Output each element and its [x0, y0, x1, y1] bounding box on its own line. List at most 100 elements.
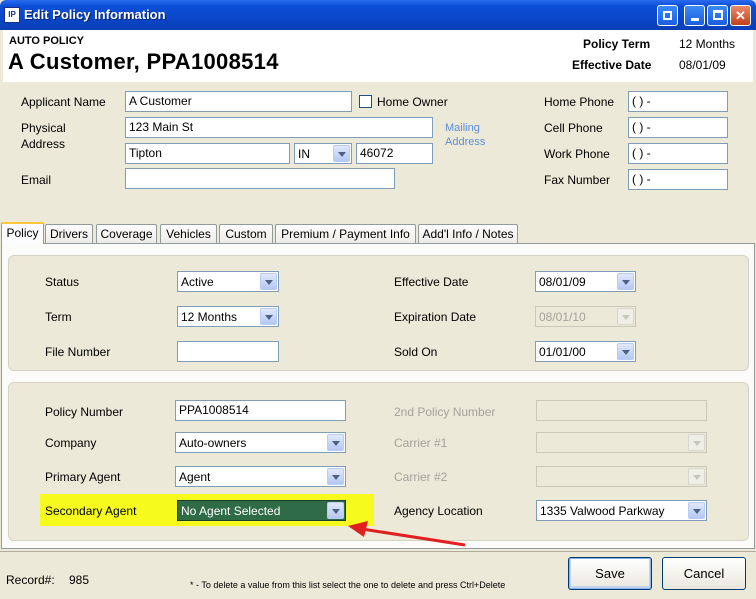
zip-input[interactable]: 46072: [356, 143, 433, 164]
term-select-value: 12 Months: [181, 310, 238, 324]
tab-addl-info-notes[interactable]: Add'l Info / Notes: [418, 224, 518, 244]
chevron-down-icon: [327, 434, 344, 451]
term-label: Term: [45, 310, 72, 324]
footer-bar: Record#: 985 * - To delete a value from …: [0, 549, 756, 599]
file-number-label: File Number: [45, 345, 111, 359]
company-select-value: Auto-owners: [179, 436, 247, 450]
email-input[interactable]: [125, 168, 395, 189]
carrier-1-label: Carrier #1: [394, 436, 448, 450]
restore-window-button[interactable]: [657, 5, 678, 26]
fax-number-input[interactable]: ( ) -: [628, 169, 728, 190]
policy-number-label: Policy Number: [45, 405, 124, 419]
tab-vehicles[interactable]: Vehicles: [160, 224, 217, 244]
sold-on-label: Sold On: [394, 345, 438, 359]
policy-dates-group: [8, 255, 749, 371]
street-address-input[interactable]: 123 Main St: [125, 117, 433, 138]
chevron-down-icon: [688, 502, 705, 519]
cell-phone-input[interactable]: ( ) -: [628, 117, 728, 138]
primary-agent-select[interactable]: Agent: [175, 466, 346, 487]
work-phone-label: Work Phone: [544, 147, 610, 161]
tab-premium-payment-info[interactable]: Premium / Payment Info: [275, 224, 416, 244]
app-logo-icon: IP: [4, 7, 20, 23]
record-number: 985: [69, 573, 90, 587]
policy-term-label: Policy Term: [583, 37, 651, 51]
close-icon: ✕: [735, 8, 746, 23]
tab-custom[interactable]: Custom: [219, 224, 273, 244]
window-title-bar: IP Edit Policy Information ✕: [0, 0, 756, 30]
cancel-button[interactable]: Cancel: [662, 557, 746, 590]
maximize-icon: [712, 10, 723, 20]
chevron-down-icon: [617, 273, 634, 290]
chevron-down-icon: [327, 468, 344, 485]
effective-date-picker[interactable]: 08/01/09: [535, 271, 636, 292]
header-effective-date-value: 08/01/09: [679, 58, 726, 72]
home-phone-label: Home Phone: [544, 95, 615, 109]
minimize-icon: [690, 18, 699, 21]
secondary-agent-label: Secondary Agent: [45, 504, 137, 518]
applicant-name-input[interactable]: A Customer: [125, 91, 352, 112]
carrier-2-label: Carrier #2: [394, 470, 448, 484]
chevron-down-icon: [617, 308, 634, 325]
status-select-value: Active: [181, 275, 214, 289]
fax-number-label: Fax Number: [544, 173, 611, 187]
mailing-address-link-line1: Mailing: [445, 122, 480, 134]
chevron-down-icon: [333, 145, 350, 162]
mailing-address-link[interactable]: Mailing Address: [445, 121, 485, 149]
page-title: A Customer, PPA1008514: [8, 49, 279, 74]
home-phone-input[interactable]: ( ) -: [628, 91, 728, 112]
work-phone-input[interactable]: ( ) -: [628, 143, 728, 164]
status-label: Status: [45, 275, 80, 289]
expiration-date-value: 08/01/10: [539, 310, 586, 324]
maximize-button[interactable]: [707, 5, 728, 26]
cell-phone-label: Cell Phone: [544, 121, 603, 135]
status-select[interactable]: Active: [177, 271, 279, 292]
expiration-date-label: Expiration Date: [394, 310, 477, 324]
city-input[interactable]: Tipton: [125, 143, 290, 164]
state-select-value: IN: [298, 147, 310, 161]
effective-date-value: 08/01/09: [539, 275, 586, 289]
secondary-agent-select[interactable]: No Agent Selected: [177, 500, 346, 521]
email-label: Email: [21, 173, 52, 187]
state-select[interactable]: IN: [294, 143, 352, 164]
applicant-name-label: Applicant Name: [21, 95, 106, 109]
home-owner-label: Home Owner: [377, 95, 448, 109]
carrier-1-select: [536, 432, 707, 453]
sold-on-picker[interactable]: 01/01/00: [535, 341, 636, 362]
policy-number-input[interactable]: PPA1008514: [175, 400, 346, 421]
close-window-button[interactable]: ✕: [730, 5, 751, 26]
agency-location-select[interactable]: 1335 Valwood Parkway: [536, 500, 707, 521]
company-label: Company: [45, 436, 97, 450]
chevron-down-icon: [617, 343, 634, 360]
effective-date-label: Effective Date: [394, 275, 469, 289]
chevron-down-icon: [688, 434, 705, 451]
restore-icon: [663, 11, 672, 20]
mailing-address-link-line2: Address: [445, 136, 486, 148]
record-label: Record#:: [6, 573, 55, 587]
delete-instructions: * - To delete a value from this list sel…: [190, 580, 506, 590]
agency-location-select-value: 1335 Valwood Parkway: [540, 504, 665, 518]
chevron-down-icon: [260, 273, 277, 290]
policy-term-value: 12 Months: [679, 37, 736, 51]
primary-agent-select-value: Agent: [179, 470, 211, 484]
chevron-down-icon: [260, 308, 277, 325]
second-policy-number-input: [536, 400, 707, 421]
chevron-down-icon: [688, 468, 705, 485]
file-number-input[interactable]: [177, 341, 279, 362]
tab-policy[interactable]: Policy: [1, 222, 44, 244]
second-policy-number-label: 2nd Policy Number: [394, 405, 496, 419]
tab-drivers[interactable]: Drivers: [45, 224, 93, 244]
minimize-button[interactable]: [684, 5, 705, 26]
policy-type: AUTO POLICY: [9, 35, 84, 47]
tab-coverage[interactable]: Coverage: [96, 224, 157, 244]
save-button[interactable]: Save: [568, 557, 652, 590]
sold-on-value: 01/01/00: [539, 345, 586, 359]
header-effective-date-label: Effective Date: [572, 58, 652, 72]
company-select[interactable]: Auto-owners: [175, 432, 346, 453]
policy-header: AUTO POLICY A Customer, PPA1008514 Polic…: [3, 30, 753, 82]
window-title: Edit Policy Information: [24, 7, 166, 22]
secondary-agent-select-value: No Agent Selected: [181, 504, 281, 518]
home-owner-checkbox[interactable]: [359, 95, 372, 108]
policy-tabs: Policy Drivers Coverage Vehicles Custom …: [0, 222, 756, 244]
term-select[interactable]: 12 Months: [177, 306, 279, 327]
carrier-2-select: [536, 466, 707, 487]
